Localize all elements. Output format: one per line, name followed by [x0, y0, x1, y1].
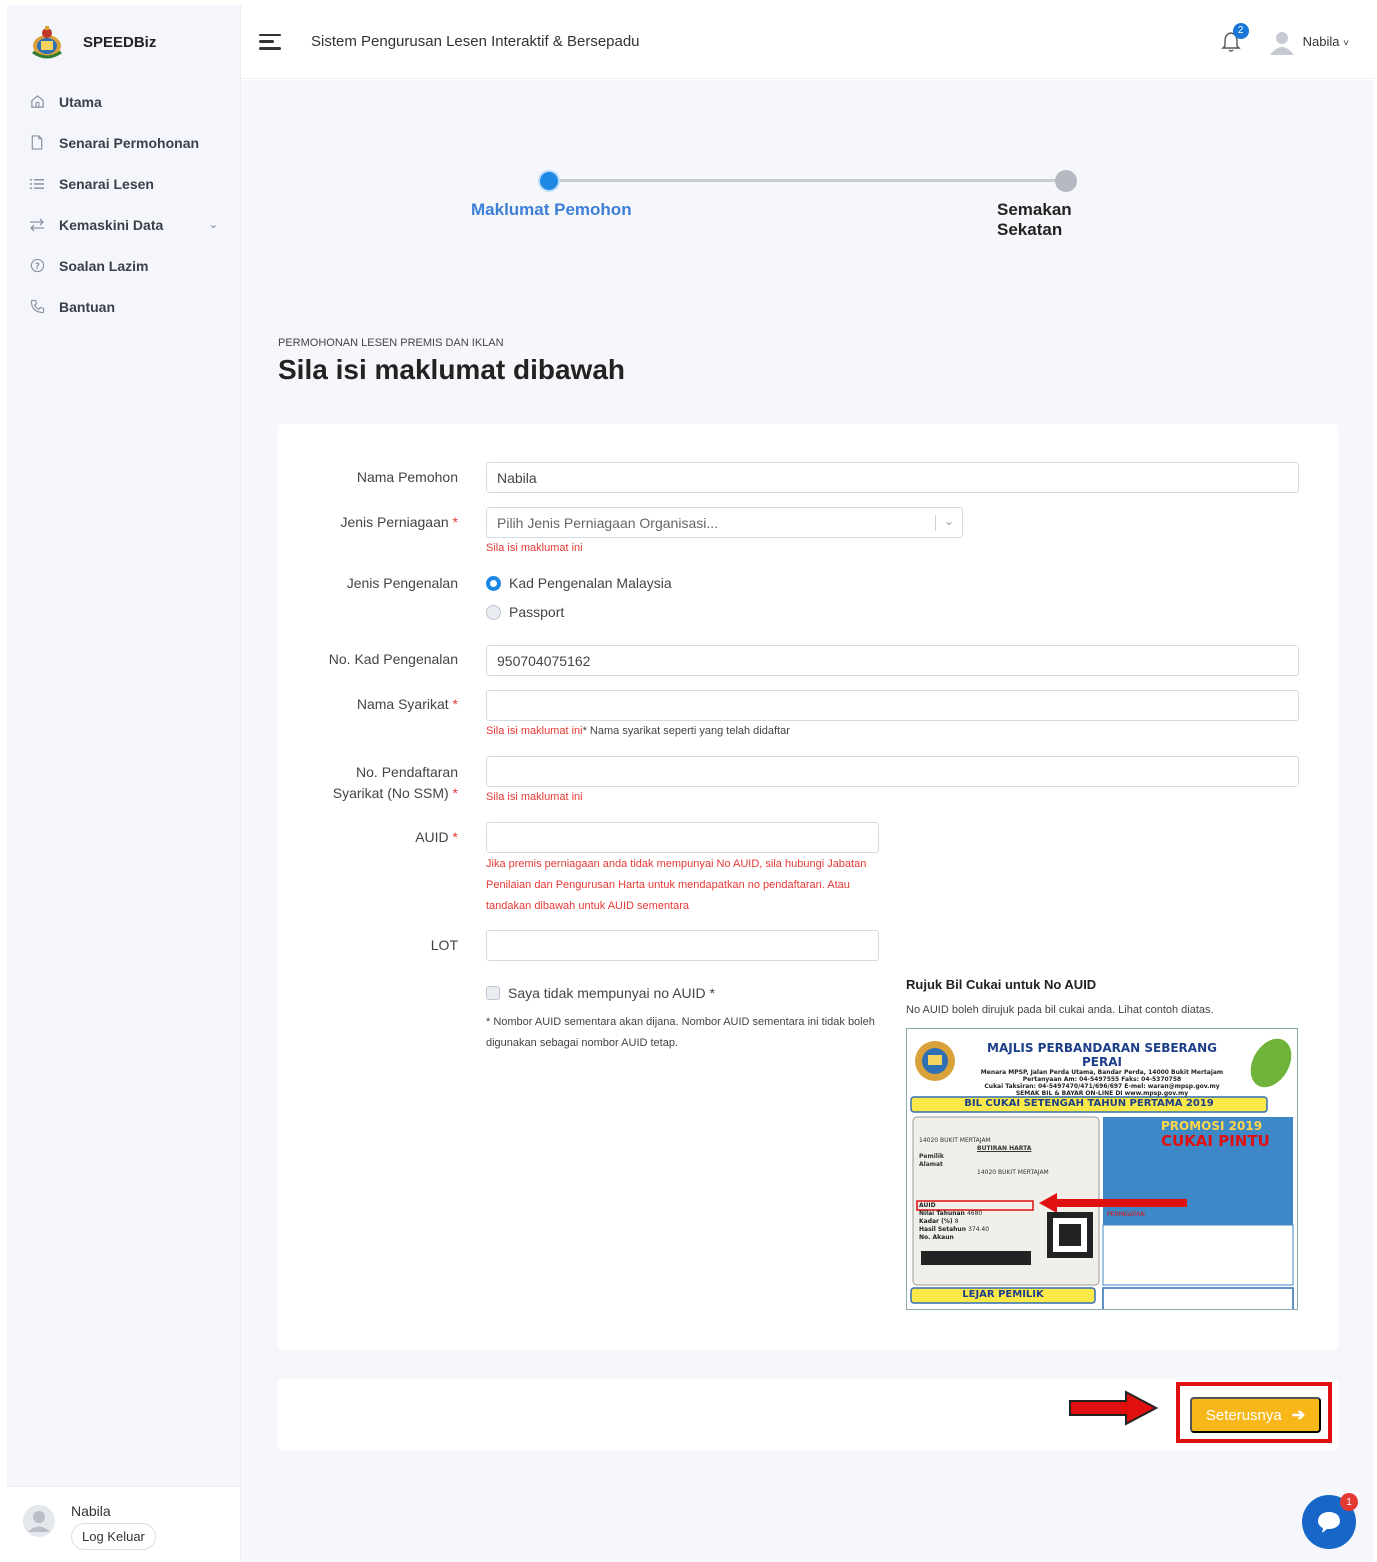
bill-fields: AUID Nilai Tahunan 4680 Kadar (%) 8 Hasi…	[919, 1202, 990, 1241]
no-auid-note: * Nombor AUID sementara akan dijana. Nom…	[486, 1016, 875, 1049]
chat-badge: 1	[1340, 1493, 1358, 1511]
bill-promo-2: CUKAI PINTU	[1161, 1132, 1270, 1150]
sidebar-item-label: Soalan Lazim	[59, 257, 149, 274]
sidebar-item-label: Utama	[59, 93, 102, 110]
label-lot: LOT	[430, 937, 458, 953]
nama-syarikat-input[interactable]	[486, 690, 1299, 721]
sample-tax-bill-image: MAJLIS PERBANDARAN SEBERANG PERAI Menara…	[906, 1028, 1298, 1310]
crest-logo-icon	[32, 26, 62, 59]
stepper: Maklumat Pemohon Semakan Sekatan	[471, 170, 1077, 239]
header-right: 2 Nabila ˅	[1220, 22, 1349, 55]
next-button[interactable]: Seterusnya ➔	[1190, 1397, 1321, 1433]
user-name: Nabila	[1302, 34, 1340, 49]
radio-passport[interactable]: Passport	[486, 604, 564, 620]
chat-bubble-icon	[1318, 1512, 1340, 1533]
label-no-pendaftaran: No. Pendaftaran Syarikat (No SSM) *	[332, 764, 458, 801]
auid-input[interactable]	[486, 822, 879, 853]
svg-text:?: ?	[35, 261, 40, 271]
sidebar-item-soalan-lazim[interactable]: ? Soalan Lazim	[7, 245, 240, 286]
nama-pemohon-value: Nabila	[497, 469, 537, 486]
sidebar-item-label: Senarai Lesen	[59, 175, 154, 192]
no-kad-input[interactable]: 950704075162	[486, 645, 1299, 676]
auid-error: Jika premis perniagaan anda tidak mempun…	[486, 858, 867, 912]
header-title: Sistem Pengurusan Lesen Interaktif & Ber…	[311, 33, 640, 50]
radio-on-icon	[486, 575, 501, 591]
brand-name: SPEEDBiz	[83, 33, 157, 51]
step-label-semakan-sekatan: Semakan Sekatan	[997, 200, 1072, 239]
logout-button[interactable]: Log Keluar	[71, 1523, 156, 1550]
bill-bottom-banner: LEJAR PEMILIK	[962, 1289, 1044, 1300]
form-footer: Seterusnya ➔	[278, 1379, 1338, 1451]
chevron-down-icon: ⌄	[208, 219, 218, 231]
user-avatar-icon[interactable]	[1269, 29, 1295, 55]
page-pre-title: PERMOHONAN LESEN PREMIS DAN IKLAN	[278, 337, 504, 349]
label-jenis-perniagaan: Jenis Perniagaan *	[340, 514, 458, 530]
list-icon	[29, 176, 45, 192]
no-pendaftaran-input[interactable]	[486, 756, 1299, 787]
radio-off-icon	[486, 604, 501, 620]
help-circle-icon: ?	[29, 258, 45, 274]
menu-toggle-icon[interactable]	[259, 33, 281, 50]
nama-syarikat-hint: * Nama syarikat seperti yang telah didaf…	[582, 725, 790, 737]
stepper-line	[549, 179, 1066, 182]
reference-title: Rujuk Bil Cukai untuk No AUID	[906, 977, 1097, 992]
checkbox-icon	[486, 986, 500, 1000]
chevron-down-icon: ⌄	[943, 514, 954, 528]
swap-icon	[29, 217, 45, 233]
chat-launcher-button[interactable]: 1	[1302, 1493, 1358, 1549]
main-content: Maklumat Pemohon Semakan Sekatan PERMOHO…	[241, 80, 1374, 1562]
top-header: Sistem Pengurusan Lesen Interaktif & Ber…	[241, 5, 1374, 79]
arrow-right-icon: ➔	[1291, 1407, 1306, 1424]
sidebar-item-bantuan[interactable]: Bantuan	[7, 286, 240, 327]
label-nama-pemohon: Nama Pemohon	[356, 469, 458, 485]
sidebar-item-senarai-lesen[interactable]: Senarai Lesen	[7, 163, 240, 204]
label-auid: AUID *	[415, 829, 458, 845]
avatar	[23, 1505, 55, 1537]
sidebar-item-label: Kemaskini Data	[59, 216, 164, 233]
no-kad-value: 950704075162	[497, 652, 591, 669]
notification-badge: 2	[1232, 22, 1249, 39]
notification-bell-icon[interactable]: 2	[1220, 22, 1249, 53]
bill-banner: BIL CUKAI SETENGAH TAHUN PERTAMA 2019	[964, 1098, 1214, 1109]
arrow-right-icon	[1069, 1390, 1158, 1426]
page-title: Sila isi maklumat dibawah	[278, 354, 626, 385]
home-icon	[29, 94, 45, 110]
sidebar-item-kemaskini-data[interactable]: Kemaskini Data ⌄	[7, 204, 240, 245]
no-auid-checkbox[interactable]: Saya tidak mempunyai no AUID *	[486, 985, 715, 1001]
sidebar-user-panel: Nabila Log Keluar	[7, 1486, 240, 1562]
label-no-kad: No. Kad Pengenalan	[328, 651, 458, 667]
file-icon	[29, 135, 45, 151]
sidebar-item-label: Senarai Permohonan	[59, 134, 200, 151]
step-label-maklumat-pemohon: Maklumat Pemohon	[471, 200, 632, 219]
phone-icon	[29, 299, 45, 315]
sidebar-user-name: Nabila	[71, 1503, 111, 1519]
sidebar: SPEEDBiz Utama Senarai Permohonan Senara…	[7, 5, 241, 1562]
jenis-perniagaan-error: Sila isi maklumat ini	[486, 542, 583, 554]
nama-syarikat-error: Sila isi maklumat ini* Nama syarikat sep…	[486, 725, 790, 737]
bill-peringatan: PERINGATAN	[1107, 1211, 1145, 1218]
application-form-card: Nama Pemohon Nabila Jenis Perniagaan * P…	[278, 424, 1338, 1350]
nama-pemohon-input[interactable]: Nabila	[486, 462, 1299, 493]
brand[interactable]: SPEEDBiz	[7, 5, 240, 79]
reference-subtitle: No AUID boleh dirujuk pada bil cukai and…	[906, 1004, 1214, 1016]
bill-header: MAJLIS PERBANDARAN SEBERANG PERAI Menara…	[980, 1041, 1224, 1097]
jenis-perniagaan-placeholder: Pilih Jenis Perniagaan Organisasi...	[497, 514, 719, 531]
radio-kad-pengenalan[interactable]: Kad Pengenalan Malaysia	[486, 575, 672, 591]
label-nama-syarikat: Nama Syarikat *	[356, 696, 458, 712]
step-dot-2	[1055, 170, 1077, 192]
lot-input[interactable]	[486, 930, 879, 961]
step-dot-1	[538, 170, 560, 192]
sidebar-item-utama[interactable]: Utama	[7, 81, 240, 122]
no-pendaftaran-error: Sila isi maklumat ini	[486, 791, 583, 803]
sidebar-item-label: Bantuan	[59, 298, 115, 315]
bill-promo-1: PROMOSI 2019	[1161, 1119, 1263, 1133]
sidebar-nav: Utama Senarai Permohonan Senarai Lesen K…	[7, 81, 240, 327]
bill-details: 14020 BUKIT MERTAJAM BUTIRAN HARTA Pemil…	[919, 1137, 1049, 1176]
jenis-perniagaan-select[interactable]: Pilih Jenis Perniagaan Organisasi... ⌄	[486, 507, 963, 538]
sidebar-item-senarai-permohonan[interactable]: Senarai Permohonan	[7, 122, 240, 163]
user-menu[interactable]: Nabila ˅	[1303, 34, 1349, 49]
caret-down-icon: ˅	[1343, 38, 1349, 49]
label-jenis-pengenalan: Jenis Pengenalan	[346, 575, 458, 591]
